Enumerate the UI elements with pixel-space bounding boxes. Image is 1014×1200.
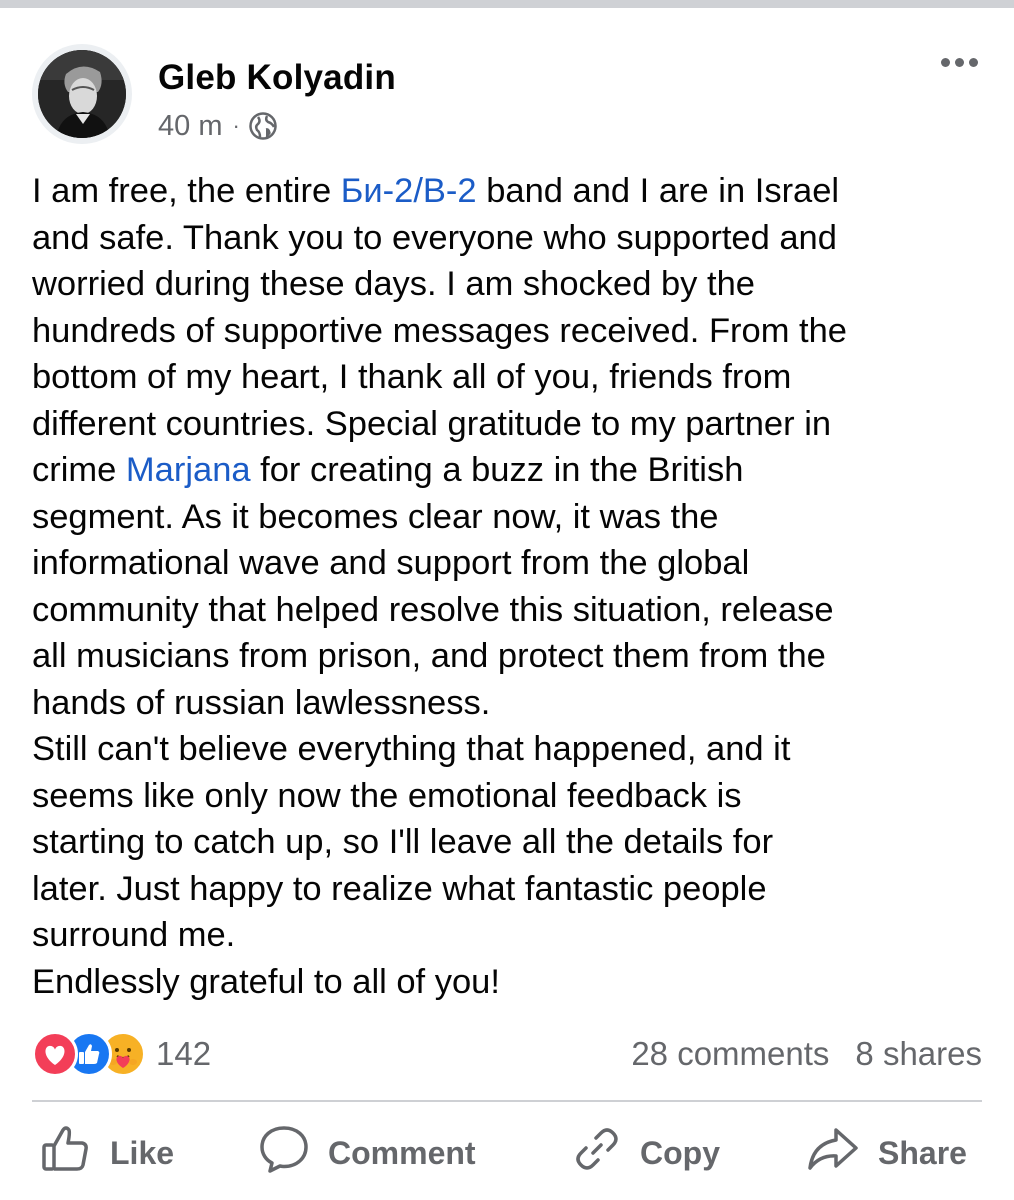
- post-body-line: community that helped resolve this situa…: [32, 587, 994, 634]
- author-name[interactable]: Gleb Kolyadin: [158, 58, 396, 98]
- avatar-photo: [38, 50, 126, 138]
- share-button[interactable]: Share: [806, 1118, 967, 1188]
- post-text: Still can't believe everything that happ…: [32, 730, 791, 768]
- meta-separator: ·: [232, 113, 240, 138]
- post-text: hundreds of supportive messages received…: [32, 311, 847, 350]
- post-text: bottom of my heart, I thank all of you, …: [32, 358, 792, 396]
- post-body-line: informational wave and support from the …: [32, 540, 994, 587]
- mention-link[interactable]: Би-2/B-2: [341, 172, 477, 210]
- post-text: starting to catch up, so I'll leave all …: [32, 823, 774, 861]
- like-button[interactable]: Like: [40, 1118, 174, 1188]
- post-text: hands of russian lawlessness.: [32, 683, 491, 722]
- post-text: band and I are in Israel: [476, 172, 840, 210]
- shares-count[interactable]: 8 shares: [855, 1035, 982, 1073]
- action-bar: Like Comment Copy Share: [0, 1118, 1014, 1188]
- post-body-line: starting to catch up, so I'll leave all …: [32, 819, 994, 866]
- post-body-line: I am free, the entire Би-2/B-2 band and …: [32, 168, 994, 215]
- engagement-counts: 28 comments 8 shares: [631, 1030, 982, 1078]
- post-text: I am free, the entire: [32, 172, 341, 210]
- post-text: community that helped resolve this situa…: [32, 590, 834, 629]
- comments-count[interactable]: 28 comments: [631, 1035, 829, 1073]
- post-body-line: hands of russian lawlessness.: [32, 680, 994, 727]
- post-text: surround me.: [32, 916, 236, 954]
- share-label: Share: [878, 1134, 967, 1171]
- copy-label: Copy: [640, 1134, 720, 1171]
- more-dot: [941, 58, 950, 67]
- link-icon: [572, 1124, 640, 1182]
- copy-button[interactable]: Copy: [572, 1118, 720, 1188]
- post-body-line: hundreds of supportive messages received…: [32, 308, 994, 355]
- post-meta: 40 m ·: [158, 108, 278, 144]
- post-body-line: worried during these days. I am shocked …: [32, 261, 994, 308]
- post-text: different countries. Special gratitude t…: [32, 404, 832, 443]
- post-body-line: bottom of my heart, I thank all of you, …: [32, 354, 994, 401]
- post-time[interactable]: 40 m: [158, 110, 222, 143]
- post-body-line: all musicians from prison, and protect t…: [32, 633, 994, 680]
- thumbs-up-icon: [40, 1123, 110, 1183]
- reactions-summary[interactable]: 142: [32, 1030, 211, 1078]
- avatar[interactable]: [32, 44, 132, 144]
- more-dot: [955, 58, 964, 67]
- post-text: for creating a buzz in the British: [250, 451, 744, 489]
- comment-button[interactable]: Comment: [258, 1118, 476, 1188]
- reaction-count: 142: [156, 1035, 212, 1072]
- post-text: crime: [32, 451, 126, 489]
- globe-icon: [248, 111, 278, 141]
- share-arrow-icon: [806, 1124, 878, 1182]
- post-text: worried during these days. I am shocked …: [32, 265, 755, 303]
- post-body-line: surround me.: [32, 912, 994, 959]
- divider: [32, 1100, 982, 1102]
- post-body-line: Endlessly grateful to all of you!: [32, 959, 994, 1006]
- post-header: Gleb Kolyadin 40 m ·: [0, 8, 1014, 158]
- speech-bubble-icon: [258, 1123, 328, 1183]
- post-body-line: seems like only now the emotional feedba…: [32, 773, 994, 820]
- more-dot: [969, 58, 978, 67]
- post-text: segment. As it becomes clear now, it was…: [32, 497, 719, 536]
- post-body-line: crime Marjana for creating a buzz in the…: [32, 447, 994, 494]
- post-text: and safe. Thank you to everyone who supp…: [32, 218, 837, 257]
- post-body: I am free, the entire Би-2/B-2 band and …: [32, 168, 994, 1005]
- post-text: seems like only now the emotional feedba…: [32, 776, 742, 815]
- post-body-line: later. Just happy to realize what fantas…: [32, 866, 994, 913]
- love-reaction-icon: [32, 1031, 78, 1077]
- post-text: informational wave and support from the …: [32, 544, 750, 582]
- mention-link[interactable]: Marjana: [126, 451, 251, 489]
- post-body-line: segment. As it becomes clear now, it was…: [32, 494, 994, 541]
- post-body-line: different countries. Special gratitude t…: [32, 401, 994, 448]
- comment-label: Comment: [328, 1134, 476, 1171]
- post-text: later. Just happy to realize what fantas…: [32, 869, 767, 908]
- post-text: Endlessly grateful to all of you!: [32, 962, 500, 1001]
- post-body-line: Still can't believe everything that happ…: [32, 726, 994, 773]
- top-strip: [0, 0, 1014, 8]
- more-options-button[interactable]: [941, 58, 978, 67]
- post-body-line: and safe. Thank you to everyone who supp…: [32, 215, 994, 262]
- like-label: Like: [110, 1134, 175, 1171]
- post-text: all musicians from prison, and protect t…: [32, 637, 826, 675]
